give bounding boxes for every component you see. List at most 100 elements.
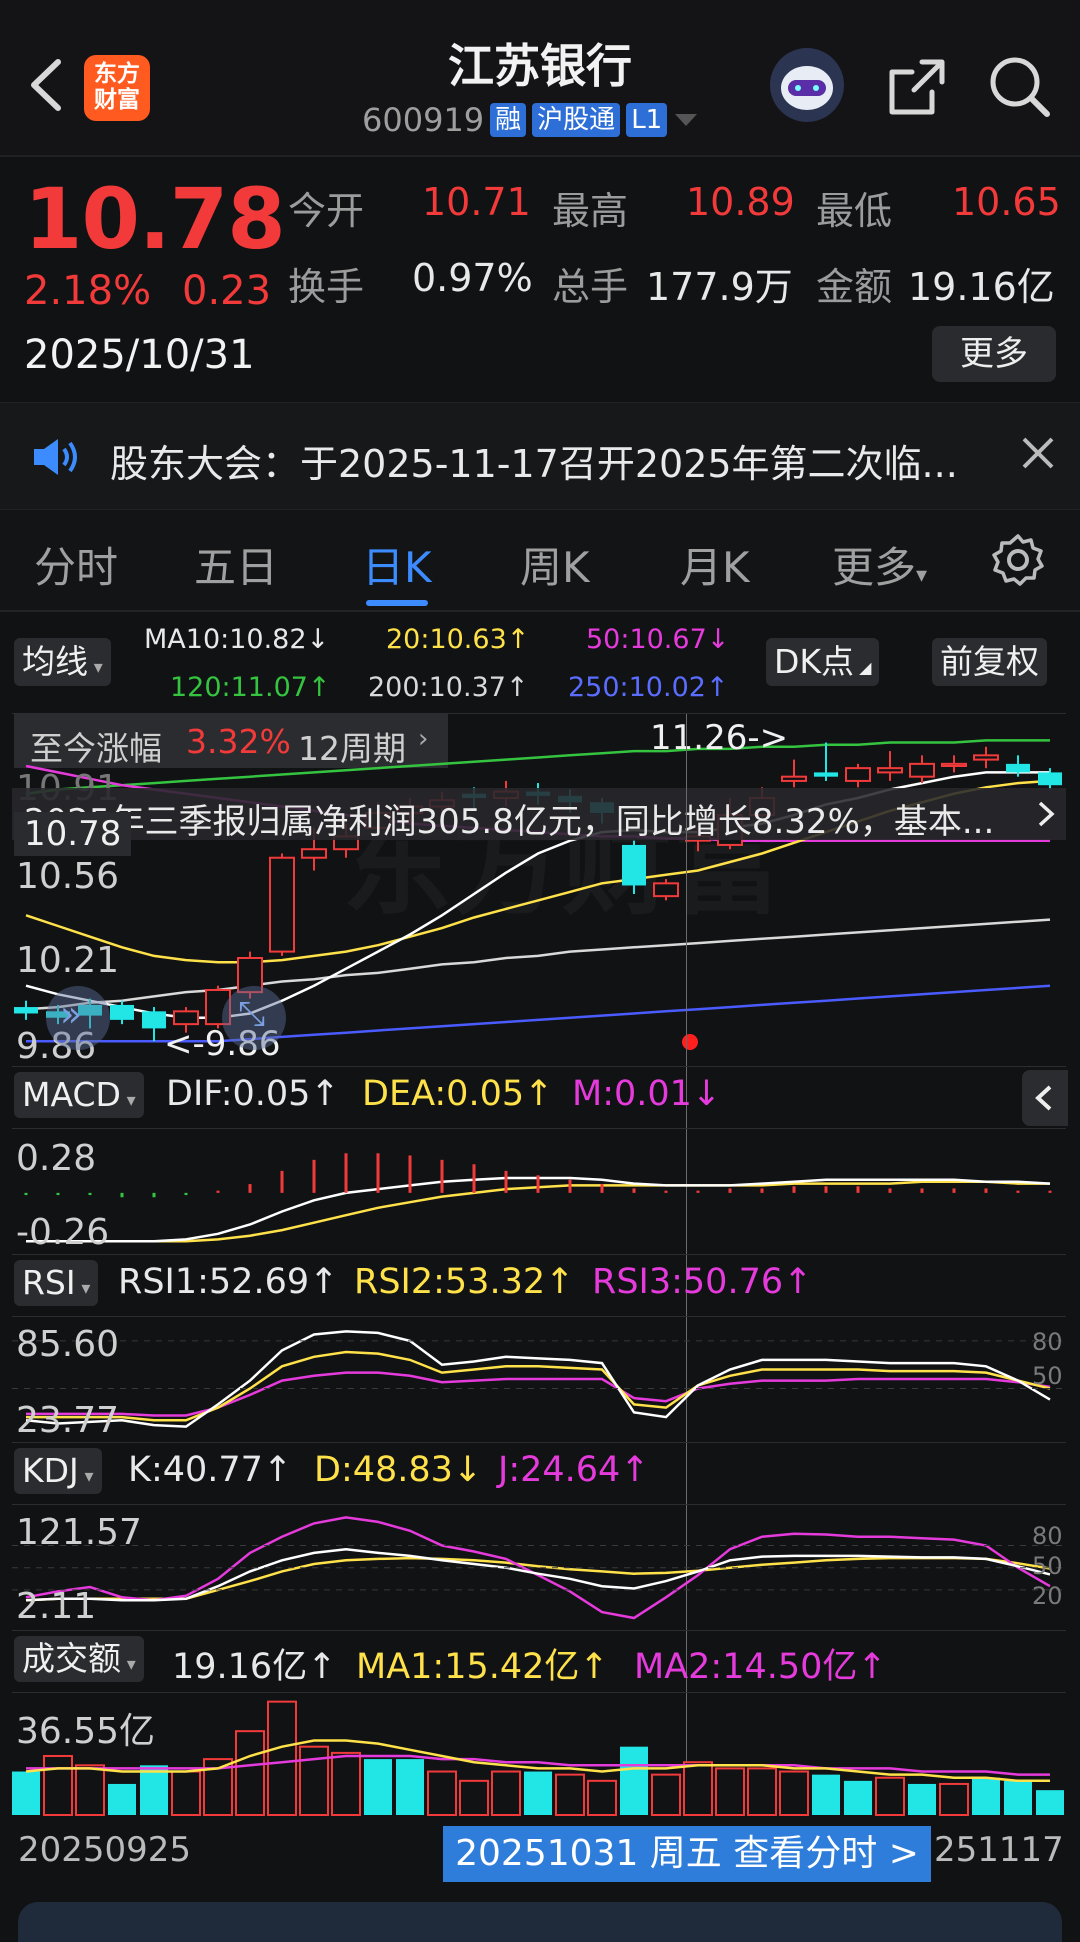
search-icon[interactable]: [985, 52, 1055, 122]
candle-body-up: [909, 762, 935, 778]
macd-dea: DEA:0.05↑: [362, 1074, 554, 1114]
amount-bar-up: [267, 1700, 297, 1816]
tab-intraday[interactable]: 分时: [34, 534, 118, 595]
side-panel-toggle[interactable]: [1022, 1070, 1068, 1126]
change-percent: 2.18%: [24, 268, 152, 314]
amount-bar-up: [491, 1770, 521, 1816]
candlestick-chart[interactable]: 东方财富: [12, 714, 1066, 1066]
close-icon[interactable]: [1016, 431, 1060, 475]
connect-tag: 沪股通: [532, 103, 621, 137]
stock-code-row[interactable]: 600919 融 沪股通 L1: [362, 100, 699, 140]
amount-chart[interactable]: [12, 1693, 1066, 1817]
amount-bar-up: [939, 1782, 969, 1816]
ma120-readout: 120:11.07↑: [170, 672, 331, 703]
amount-bar-up: [555, 1773, 585, 1816]
amount-bar-down: [108, 1783, 136, 1815]
amount-bar-up: [43, 1755, 73, 1816]
corner-triangle-icon: ◢: [854, 658, 872, 677]
amount-ma2: MA2:14.50亿↑: [634, 1647, 887, 1687]
volume-value: 177.9万: [646, 265, 793, 309]
robot-icon: [781, 66, 833, 110]
amount-label: 金额: [816, 265, 893, 309]
tab-five-day[interactable]: 五日: [194, 534, 278, 595]
kdj-d: D:48.83↓: [314, 1450, 483, 1490]
bottom-promo-bar[interactable]: [18, 1902, 1062, 1942]
low-value: 10.65: [952, 180, 1061, 224]
kdj-k-line: [25, 1547, 1051, 1602]
kdj-chart[interactable]: [12, 1505, 1066, 1629]
kdj-selector[interactable]: KDJ ▾: [14, 1448, 102, 1494]
kdj-y-bottom: 2.11: [16, 1586, 97, 1627]
amount-selector[interactable]: 成交额 ▾: [14, 1636, 144, 1682]
news-banner[interactable]: 2025年三季报归属净利润305.8亿元，同比增长8.32%，基本...: [12, 788, 1066, 842]
macd-m: M:0.01↓: [572, 1074, 722, 1114]
macd-y-top: 0.28: [16, 1138, 97, 1179]
rsi-chart[interactable]: [12, 1317, 1066, 1441]
high-label: 最高: [552, 189, 629, 233]
y-label-3: 10.21: [16, 940, 120, 981]
dropdown-triangle-icon: ▾: [75, 1278, 91, 1299]
ma10-readout: MA10:10.82↓: [144, 624, 330, 655]
kdj-k: K:40.77↑: [128, 1450, 293, 1490]
dropdown-triangle-icon: ▾: [120, 1090, 136, 1111]
amount-bar-up: [875, 1776, 905, 1816]
amount-bar-up: [171, 1770, 201, 1816]
rsi-y-top: 85.60: [16, 1324, 120, 1365]
macd-chart[interactable]: [12, 1129, 1066, 1253]
amount-bar-down: [1004, 1780, 1032, 1815]
rsi-selector[interactable]: RSI ▾: [14, 1260, 99, 1306]
candle-body-down: [110, 1004, 134, 1020]
chart-period-tabs: 分时 五日 日K 周K 月K 更多▾: [0, 510, 1080, 612]
expand-button[interactable]: ⤡: [222, 986, 286, 1050]
amount-bar-down: [972, 1777, 1000, 1815]
amount-bar-up: [779, 1770, 809, 1816]
amount-bar-down: [844, 1780, 872, 1815]
collapse-left-button[interactable]: »: [46, 986, 110, 1050]
amount-bar-down: [140, 1765, 168, 1815]
candle-body-down: [142, 1011, 166, 1029]
amount-bar-up: [587, 1779, 617, 1816]
volume-label: 总手: [552, 265, 629, 309]
max-price-marker: 11.26->: [650, 718, 789, 758]
turnover-label: 换手: [288, 265, 365, 309]
margin-tag: 融: [490, 103, 527, 137]
candle-body-down: [1006, 763, 1030, 773]
candle-body-up: [941, 762, 967, 767]
robot-assistant-avatar[interactable]: [770, 48, 844, 122]
candle-body-down: [1038, 772, 1062, 786]
kdj-d-line: [25, 1556, 1051, 1602]
current-price-tag: 10.78: [14, 812, 132, 856]
share-icon[interactable]: [882, 52, 952, 122]
high-value: 10.89: [686, 180, 795, 224]
settings-gear-icon[interactable]: [990, 532, 1046, 588]
tab-weekly-k[interactable]: 周K: [520, 534, 590, 595]
dk-signal-dot: [682, 1034, 698, 1050]
macd-selector[interactable]: MACD ▾: [14, 1072, 144, 1118]
indicator-selector-label: 均线: [22, 642, 88, 681]
amount-ma1: MA1:15.42亿↑: [356, 1647, 609, 1687]
announcement-bar[interactable]: 股东大会：于2025-11-17召开2025年第二次临...: [0, 402, 1080, 510]
kdj-label: KDJ: [22, 1451, 79, 1490]
candle-body-up: [301, 848, 327, 859]
candle-body-up: [877, 767, 903, 774]
candle-body-down: [814, 772, 838, 777]
y-label-2: 10.56: [16, 856, 120, 897]
view-intraday-button[interactable]: 20251031 周五 查看分时 >: [443, 1826, 931, 1882]
tab-daily-k[interactable]: 日K: [362, 534, 432, 595]
low-label: 最低: [816, 189, 893, 233]
macd-top-border: [12, 1066, 1066, 1067]
candle-body-up: [973, 754, 999, 761]
kdj-y-top: 121.57: [16, 1512, 142, 1553]
kdj-right-50: 50: [1032, 1552, 1063, 1580]
more-quote-button[interactable]: 更多: [932, 326, 1056, 382]
dk-point-toggle[interactable]: DK点 ◢: [766, 638, 880, 686]
indicator-selector[interactable]: 均线 ▾: [14, 638, 111, 686]
tab-more[interactable]: 更多▾: [832, 534, 927, 595]
rsi1-value: RSI1:52.69↑: [118, 1262, 339, 1302]
kdj-right-80: 80: [1032, 1522, 1063, 1550]
amount-bar-down: [364, 1759, 392, 1815]
ma200-readout: 200:10.37↑: [368, 672, 529, 703]
adjust-mode-button[interactable]: 前复权: [932, 638, 1047, 686]
tab-monthly-k[interactable]: 月K: [680, 534, 750, 595]
active-tab-indicator: [366, 600, 428, 606]
